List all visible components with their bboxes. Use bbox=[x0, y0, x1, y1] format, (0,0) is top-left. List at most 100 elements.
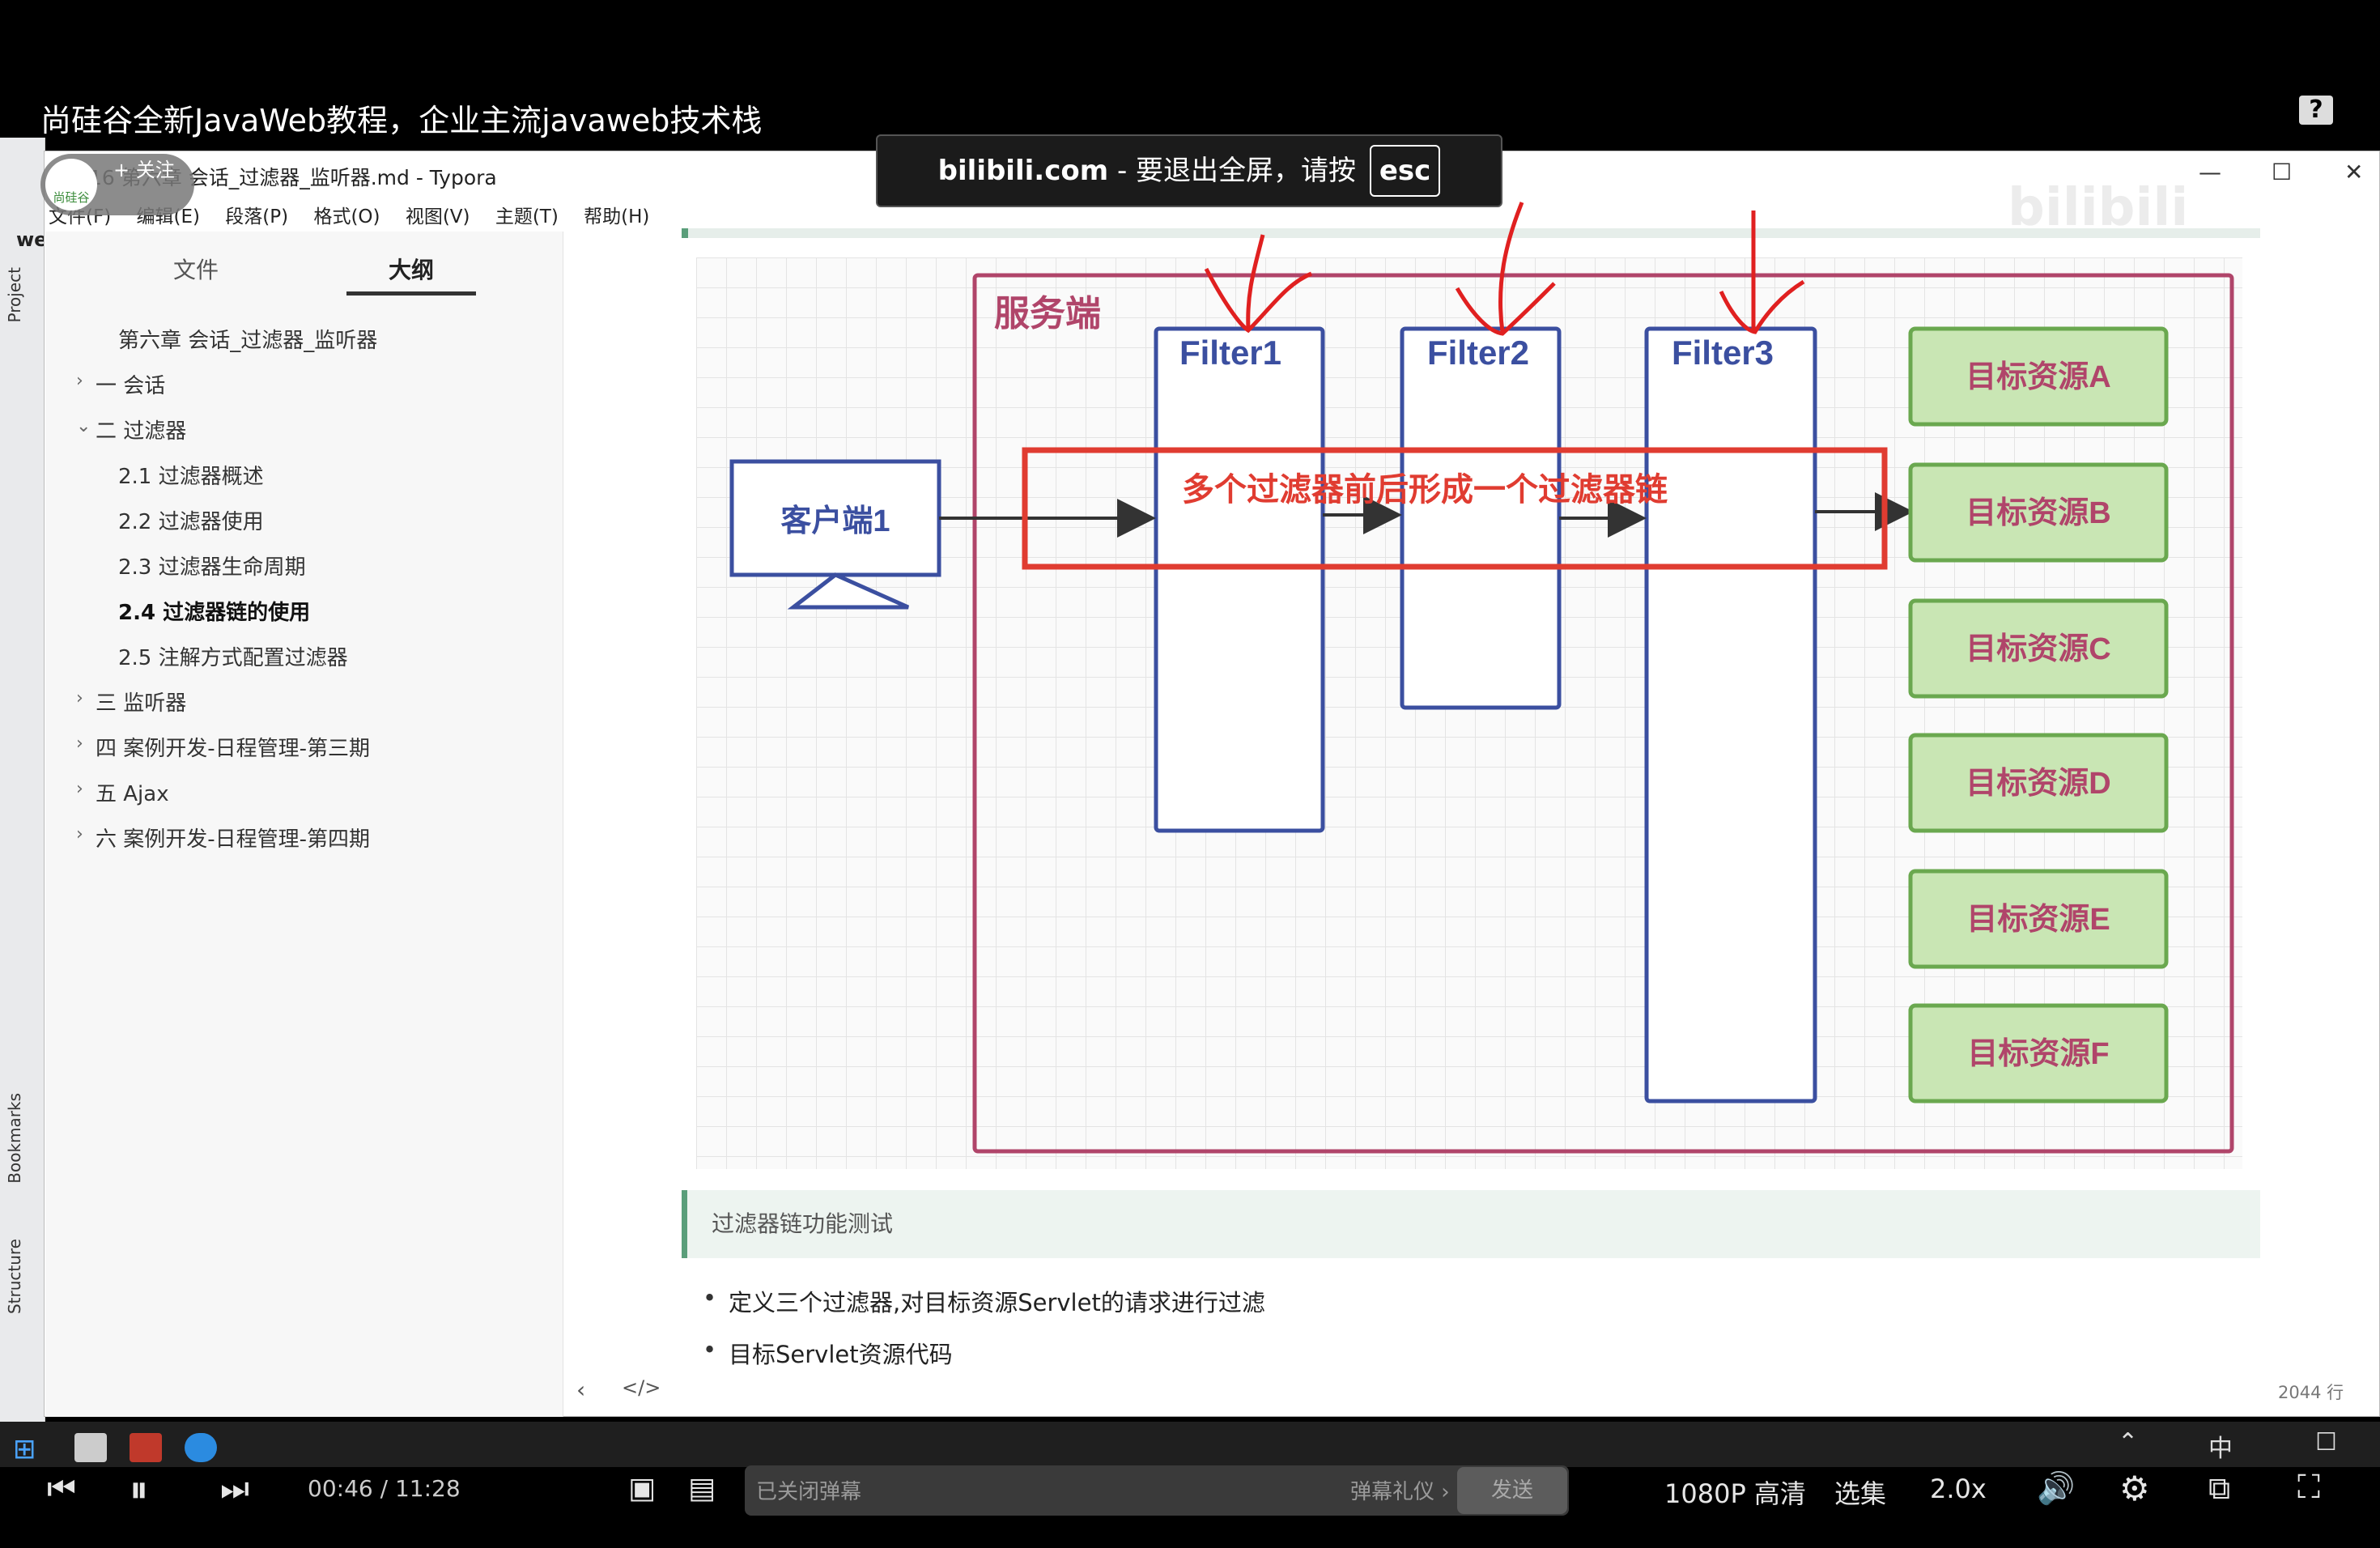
bookmarks-tool-tab[interactable]: Bookmarks bbox=[5, 1093, 24, 1184]
filter-chain-diagram: 服务端 客户端1 Filter1 Filter2 Filter3 多个过滤器前后… bbox=[696, 257, 2242, 1169]
outline-item[interactable]: 2.2 过滤器使用 bbox=[118, 505, 264, 535]
outline-item[interactable]: 2.4 过滤器链的使用 bbox=[118, 596, 310, 626]
hand-arrow-2 bbox=[1455, 202, 1556, 336]
project-tool-tab[interactable]: Project bbox=[5, 267, 24, 322]
hand-arrow-1 bbox=[1204, 234, 1312, 334]
menu-view[interactable]: 视图(V) bbox=[406, 206, 470, 228]
outline-item[interactable]: 2.3 过滤器生命周期 bbox=[118, 551, 306, 580]
resource-c: 目标资源C bbox=[1908, 598, 2169, 699]
tab-files[interactable]: 文件 bbox=[173, 253, 219, 285]
resource-e-label: 目标资源E bbox=[1966, 903, 2110, 937]
outline-item[interactable]: 第六章 会话_过滤器_监听器 bbox=[118, 324, 377, 354]
close-icon[interactable]: ✕ bbox=[2344, 159, 2363, 185]
resource-f-label: 目标资源F bbox=[1967, 1037, 2109, 1071]
tray-chevron-icon[interactable]: ⌃ bbox=[2118, 1428, 2138, 1457]
outline-item[interactable]: 一 会话 bbox=[96, 369, 165, 399]
server-label: 服务端 bbox=[994, 294, 1101, 334]
menu-theme[interactable]: 主题(T) bbox=[495, 206, 559, 228]
outline-toggle-icon[interactable]: › bbox=[76, 779, 83, 799]
outline-item[interactable]: 2.1 过滤器概述 bbox=[118, 460, 264, 490]
resource-d: 目标资源D bbox=[1908, 733, 2169, 833]
avatar-text: 尚硅谷 bbox=[53, 190, 90, 205]
ide-project-label: we bbox=[16, 228, 48, 251]
notification-icon[interactable]: ☐ bbox=[2315, 1428, 2337, 1457]
typora-taskbar-icon[interactable] bbox=[74, 1433, 107, 1462]
resource-b-label: 目标资源B bbox=[1966, 496, 2110, 530]
time-total: 11:28 bbox=[394, 1475, 461, 1502]
time-current: 00:46 bbox=[308, 1475, 373, 1502]
windows-taskbar bbox=[0, 1422, 2380, 1467]
outline-item[interactable]: 五 Ajax bbox=[96, 777, 169, 807]
bilibili-watermark: bilibili bbox=[2008, 178, 2189, 238]
hand-arrow-3 bbox=[1719, 211, 1805, 334]
outline-toggle-icon[interactable]: › bbox=[76, 371, 83, 391]
sidebar-back-icon[interactable]: ‹ bbox=[576, 1376, 585, 1403]
edge-taskbar-icon[interactable] bbox=[185, 1433, 217, 1462]
blockquote: 过滤器链功能测试 bbox=[682, 1190, 2260, 1258]
pause-icon[interactable]: ⏸ bbox=[130, 1467, 148, 1512]
ide-tool-strip: Project Bookmarks Structure bbox=[0, 138, 45, 1425]
menu-format[interactable]: 格式(O) bbox=[313, 206, 380, 228]
resource-b: 目标资源B bbox=[1908, 462, 2169, 563]
outline-item[interactable]: 三 监听器 bbox=[96, 687, 186, 717]
filter-chain-label: 多个过滤器前后形成一个过滤器链 bbox=[1182, 472, 1668, 508]
outline-item[interactable]: 六 案例开发-日程管理-第四期 bbox=[96, 823, 370, 853]
filter3-box bbox=[1644, 326, 1817, 1104]
outline-toggle-icon[interactable]: › bbox=[76, 734, 83, 754]
intellij-taskbar-icon[interactable] bbox=[130, 1433, 162, 1462]
outline-toggle-icon[interactable]: › bbox=[76, 824, 83, 844]
handwritten-arrows bbox=[1204, 202, 1805, 336]
bullet-item: 目标Servlet资源代码 bbox=[703, 1336, 953, 1370]
resource-c-label: 目标资源C bbox=[1966, 632, 2110, 666]
ime-indicator[interactable]: 中 bbox=[2208, 1428, 2233, 1464]
filter1-box bbox=[1154, 326, 1325, 833]
menu-help[interactable]: 帮助(H) bbox=[584, 206, 649, 228]
word-count[interactable]: 2044 行 bbox=[2278, 1380, 2344, 1404]
toast-site: bilibili.com bbox=[937, 155, 1109, 187]
outline-item[interactable]: 二 过滤器 bbox=[96, 415, 186, 444]
outline-toggle-icon[interactable]: ⌄ bbox=[76, 416, 91, 436]
resource-a: 目标资源A bbox=[1908, 326, 2169, 427]
client-monitor-stand bbox=[787, 572, 910, 610]
time-separator: / bbox=[380, 1475, 389, 1502]
danmaku-toggle-icon[interactable]: ▣ bbox=[628, 1472, 656, 1505]
minimize-icon[interactable]: — bbox=[2199, 159, 2221, 185]
send-button[interactable]: 发送 bbox=[1457, 1467, 1567, 1514]
uploader-avatar[interactable]: 尚硅谷 bbox=[45, 159, 97, 211]
resource-d-label: 目标资源D bbox=[1966, 767, 2110, 801]
resource-f: 目标资源F bbox=[1908, 1003, 2169, 1104]
danmaku-etiquette-link[interactable]: 弹幕礼仪 › bbox=[1350, 1475, 1450, 1505]
help-icon[interactable]: ? bbox=[2299, 96, 2333, 125]
bullet-item: 定义三个过滤器,对目标资源Servlet的请求进行过滤 bbox=[703, 1284, 1265, 1318]
quality-selector[interactable]: 1080P 高清 bbox=[1664, 1474, 1806, 1511]
active-tab-indicator bbox=[346, 291, 476, 296]
toast-separator: - bbox=[1116, 155, 1128, 187]
toast-text: 要退出全屏，请按 bbox=[1136, 155, 1357, 187]
resource-e: 目标资源E bbox=[1908, 869, 2169, 969]
outline-item[interactable]: 2.5 注解方式配置过滤器 bbox=[118, 641, 348, 671]
fullscreen-exit-icon[interactable]: ⛶ bbox=[2297, 1469, 2320, 1506]
follow-label: + 关注 bbox=[113, 159, 175, 181]
speed-selector[interactable]: 2.0x bbox=[1930, 1474, 1987, 1504]
next-icon[interactable]: ⏭ bbox=[220, 1470, 249, 1508]
volume-icon[interactable]: 🔊 bbox=[2037, 1470, 2075, 1507]
windows-start-icon[interactable]: ⊞ bbox=[13, 1433, 36, 1465]
outline-toggle-icon[interactable]: › bbox=[76, 688, 83, 708]
episodes-button[interactable]: 选集 bbox=[1834, 1474, 1886, 1511]
resource-a-label: 目标资源A bbox=[1966, 360, 2110, 394]
video-title: 尚硅谷全新JavaWeb教程，企业主流javaweb技术栈 bbox=[40, 103, 763, 138]
danmaku-settings-icon[interactable]: ▤ bbox=[688, 1472, 716, 1505]
settings-gear-icon[interactable]: ⚙ bbox=[2119, 1469, 2150, 1508]
client-label: 客户端1 bbox=[780, 504, 890, 538]
maximize-icon[interactable]: ☐ bbox=[2272, 159, 2292, 185]
prev-icon[interactable]: ⏮ bbox=[47, 1470, 76, 1508]
menu-paragraph[interactable]: 段落(P) bbox=[225, 206, 288, 228]
filter2-box bbox=[1400, 326, 1562, 710]
danmaku-input[interactable]: 已关闭弹幕 bbox=[756, 1475, 861, 1505]
source-mode-icon[interactable]: </> bbox=[622, 1376, 661, 1399]
structure-tool-tab[interactable]: Structure bbox=[5, 1239, 24, 1314]
tab-outline[interactable]: 大纲 bbox=[389, 253, 434, 285]
pip-icon[interactable]: ⧉ bbox=[2208, 1470, 2230, 1507]
outline-item[interactable]: 四 案例开发-日程管理-第三期 bbox=[96, 732, 370, 762]
esc-key: esc bbox=[1369, 145, 1441, 197]
